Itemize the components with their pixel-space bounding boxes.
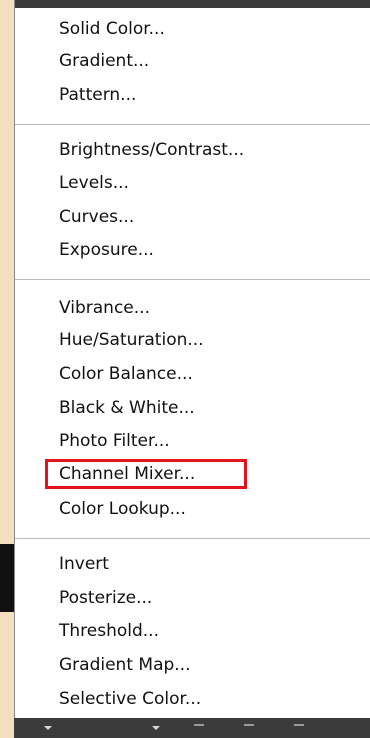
channel-mixer-highlight-box bbox=[45, 459, 247, 489]
menu-item-vibrance[interactable]: Vibrance... bbox=[59, 293, 150, 323]
menu-item-solid-color[interactable]: Solid Color... bbox=[59, 14, 165, 44]
menu-top-edge bbox=[15, 0, 370, 8]
chevron-down-icon[interactable] bbox=[44, 726, 52, 730]
menu-item-invert[interactable]: Invert bbox=[59, 549, 109, 579]
background-canvas bbox=[0, 0, 14, 738]
panel-bottom-bar bbox=[14, 718, 370, 738]
layer-icon[interactable] bbox=[294, 724, 304, 732]
menu-separator bbox=[15, 538, 370, 539]
menu-item-gradient[interactable]: Gradient... bbox=[59, 46, 149, 76]
screenshot-stage: Solid Color... Gradient... Pattern... Br… bbox=[0, 0, 370, 738]
chevron-down-icon[interactable] bbox=[152, 726, 160, 730]
menu-item-color-lookup[interactable]: Color Lookup... bbox=[59, 494, 186, 524]
menu-separator bbox=[15, 279, 370, 280]
menu-item-brightness-contrast[interactable]: Brightness/Contrast... bbox=[59, 135, 244, 165]
menu-separator bbox=[15, 124, 370, 125]
menu-item-threshold[interactable]: Threshold... bbox=[59, 616, 159, 646]
menu-item-curves[interactable]: Curves... bbox=[59, 202, 134, 232]
menu-item-exposure[interactable]: Exposure... bbox=[59, 235, 154, 265]
menu-item-pattern[interactable]: Pattern... bbox=[59, 80, 136, 110]
menu-item-selective-color[interactable]: Selective Color... bbox=[59, 684, 201, 714]
menu-item-levels[interactable]: Levels... bbox=[59, 168, 129, 198]
menu-item-gradient-map[interactable]: Gradient Map... bbox=[59, 650, 190, 680]
menu-item-posterize[interactable]: Posterize... bbox=[59, 583, 152, 613]
menu-item-hue-saturation[interactable]: Hue/Saturation... bbox=[59, 325, 204, 355]
layer-icon[interactable] bbox=[194, 724, 204, 732]
layer-icon[interactable] bbox=[244, 724, 254, 732]
menu-item-black-white[interactable]: Black & White... bbox=[59, 393, 195, 423]
adjustment-layer-menu: Solid Color... Gradient... Pattern... Br… bbox=[14, 0, 370, 718]
dark-panel-edge bbox=[0, 544, 14, 612]
menu-item-photo-filter[interactable]: Photo Filter... bbox=[59, 426, 170, 456]
menu-item-color-balance[interactable]: Color Balance... bbox=[59, 359, 193, 389]
